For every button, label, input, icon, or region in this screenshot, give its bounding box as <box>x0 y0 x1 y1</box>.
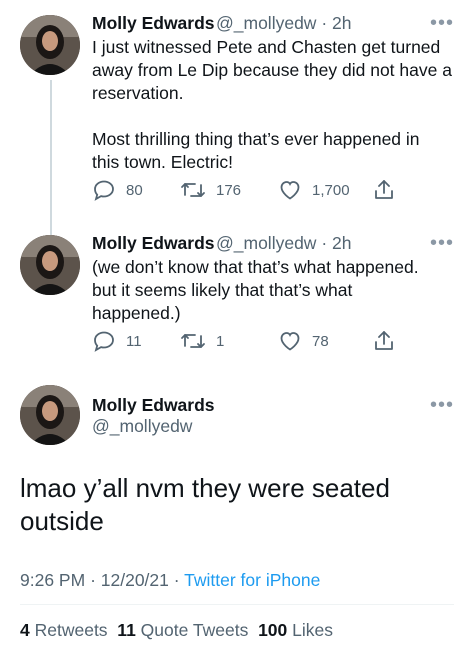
reply-icon <box>94 180 114 201</box>
more-icon[interactable]: ••• <box>430 395 454 415</box>
tweet-line: happened.) <box>92 303 181 323</box>
tweet-text: (we don’t know that that’s what happened… <box>92 256 462 325</box>
main-tweet-text: lmao y’all nvm they were seated outside <box>20 472 460 538</box>
more-icon[interactable]: ••• <box>430 13 454 33</box>
tweet-line: Most thrilling thing that’s ever happene… <box>92 129 420 149</box>
tweet-meta: 9:26 PM · 12/20/21 · Twitter for iPhone <box>20 570 320 591</box>
separator: · <box>321 13 328 33</box>
separator: · <box>173 570 180 590</box>
author-handle[interactable]: @_mollyedw · 2h <box>216 13 351 34</box>
author-name[interactable]: Molly Edwards <box>92 395 215 416</box>
retweet-icon <box>181 334 205 348</box>
author-name[interactable]: Molly Edwards <box>92 13 215 34</box>
likes-label: Likes <box>292 620 334 640</box>
reply-count: 80 <box>126 181 143 199</box>
quotes-label: Quote Tweets <box>140 620 249 640</box>
like-button[interactable]: 78 <box>278 329 329 353</box>
heart-icon <box>280 181 300 200</box>
heart-icon <box>280 332 300 351</box>
source-link[interactable]: Twitter for iPhone <box>184 570 320 590</box>
timestamp[interactable]: 2h <box>332 13 351 33</box>
like-count: 78 <box>312 332 329 350</box>
handle-text[interactable]: @_mollyedw <box>216 233 316 253</box>
tweet-line: outside <box>20 506 104 536</box>
timestamp[interactable]: 2h <box>332 233 351 253</box>
avatar[interactable] <box>20 15 80 75</box>
quote-tweets-stat[interactable]: 11 Quote Tweets <box>117 620 248 640</box>
retweet-count: 176 <box>216 181 242 199</box>
tweet-line: I just witnessed Pete and Chasten get tu… <box>92 37 441 57</box>
share-button[interactable] <box>372 329 396 353</box>
more-icon[interactable]: ••• <box>430 233 454 253</box>
like-count: 1,700 <box>312 181 350 199</box>
tweet-line: this town. Electric! <box>92 152 234 172</box>
author-handle[interactable]: @_mollyedw <box>92 416 192 437</box>
retweets-count: 4 <box>20 620 30 640</box>
retweet-icon <box>181 183 205 197</box>
tweet-line: (we don’t know that that’s what happened… <box>92 257 419 277</box>
separator: · <box>90 570 96 590</box>
divider <box>20 604 454 605</box>
share-icon <box>375 331 393 350</box>
tweet-line: but it seems likely that that’s what <box>92 280 353 300</box>
handle-text[interactable]: @_mollyedw <box>216 13 316 33</box>
thread-connector-line <box>50 80 52 235</box>
reply-button[interactable]: 80 <box>92 178 143 202</box>
likes-count: 100 <box>258 620 288 640</box>
reply-icon <box>94 331 114 352</box>
separator: · <box>321 233 328 253</box>
like-button[interactable]: 1,700 <box>278 178 350 202</box>
author-name[interactable]: Molly Edwards <box>92 233 215 254</box>
tweet-line: reservation. <box>92 83 184 103</box>
retweets-label: Retweets <box>34 620 108 640</box>
likes-stat[interactable]: 100 Likes <box>258 620 333 640</box>
tweet-text: I just witnessed Pete and Chasten get tu… <box>92 36 462 174</box>
retweet-count: 1 <box>216 332 225 350</box>
engagement-stats: 4 Retweets 11 Quote Tweets 100 Likes <box>20 620 333 641</box>
avatar[interactable] <box>20 235 80 295</box>
reply-button[interactable]: 11 <box>92 329 142 353</box>
retweet-button[interactable]: 176 <box>180 178 241 202</box>
tweet-line: away from Le Dip because they did not ha… <box>92 60 452 80</box>
retweets-stat[interactable]: 4 Retweets <box>20 620 108 640</box>
tweet-line <box>92 105 462 128</box>
post-time[interactable]: 9:26 PM <box>20 570 85 590</box>
quotes-count: 11 <box>117 620 136 640</box>
tweet-line: lmao y’all nvm they were seated <box>20 473 390 503</box>
post-date[interactable]: 12/20/21 <box>101 570 169 590</box>
reply-count: 11 <box>126 332 142 350</box>
retweet-button[interactable]: 1 <box>180 329 224 353</box>
author-handle[interactable]: @_mollyedw · 2h <box>216 233 351 254</box>
avatar[interactable] <box>20 385 80 445</box>
share-button[interactable] <box>372 178 396 202</box>
share-icon <box>375 180 393 199</box>
